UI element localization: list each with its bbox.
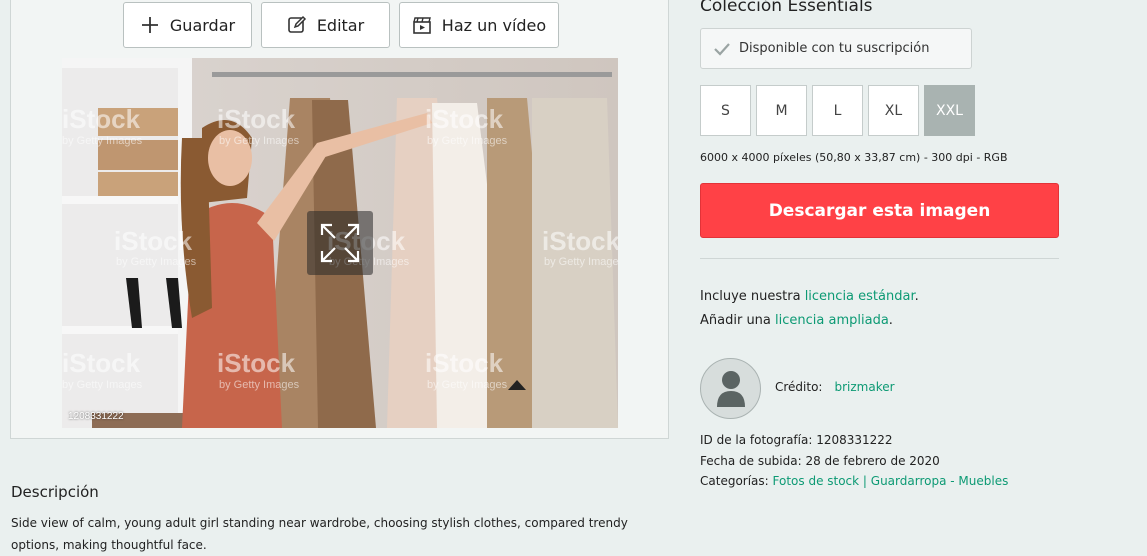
edit-button[interactable]: Editar: [261, 2, 390, 48]
upload-date-line: Fecha de subida: 28 de febrero de 2020: [700, 454, 940, 468]
svg-text:by Getty Images: by Getty Images: [62, 379, 143, 391]
upload-date-value: 28 de febrero de 2020: [805, 454, 940, 468]
save-button-label: Guardar: [169, 15, 236, 35]
svg-text:by Getty Images: by Getty Images: [116, 256, 197, 268]
size-option-xl[interactable]: XL: [868, 85, 919, 136]
check-icon: [714, 42, 730, 56]
license-extended-suffix: .: [888, 313, 893, 328]
svg-text:by Getty Images: by Getty Images: [219, 135, 300, 147]
svg-text:by Getty Images: by Getty Images: [544, 256, 618, 268]
svg-text:by Getty Images: by Getty Images: [427, 135, 508, 147]
svg-text:by Getty Images: by Getty Images: [219, 379, 300, 391]
image-dimensions: 6000 x 4000 píxeles (50,80 x 33,87 cm) -…: [700, 151, 1008, 164]
size-option-l[interactable]: L: [812, 85, 863, 136]
size-option-m[interactable]: M: [756, 85, 807, 136]
extended-license-link[interactable]: licencia ampliada: [775, 313, 889, 328]
photo-id-value: 1208331222: [816, 433, 893, 447]
license-extended-line: Añadir una licencia ampliada.: [700, 313, 893, 328]
svg-text:iStock: iStock: [62, 348, 141, 378]
svg-text:iStock: iStock: [425, 348, 504, 378]
svg-text:iStock: iStock: [217, 348, 296, 378]
edit-button-label: Editar: [316, 15, 365, 35]
plus-icon: [141, 17, 158, 33]
subscription-label: Disponible con tu suscripción: [739, 41, 930, 56]
make-video-button-label: Haz un vídeo: [441, 15, 547, 35]
license-standard-prefix: Incluye nuestra: [700, 289, 805, 304]
collection-title: Colección Essentials: [700, 0, 873, 16]
credit: Crédito: brizmaker: [775, 380, 895, 394]
user-icon: [716, 370, 745, 407]
edit-icon: [288, 15, 306, 33]
svg-text:by Getty Images: by Getty Images: [427, 379, 508, 391]
save-button[interactable]: Guardar: [123, 2, 252, 48]
photo-id-overlay: 1208331222: [68, 411, 124, 422]
standard-license-link[interactable]: licencia estándar: [805, 289, 915, 304]
category-separator: |: [859, 474, 871, 488]
credit-label: Crédito:: [775, 380, 823, 394]
credit-author-link[interactable]: brizmaker: [834, 380, 894, 394]
svg-text:iStock: iStock: [425, 104, 504, 134]
category-link-stock-photos[interactable]: Fotos de stock: [773, 474, 860, 488]
divider: [700, 258, 1059, 259]
categories-label: Categorías:: [700, 474, 773, 488]
license-standard-suffix: .: [914, 289, 919, 304]
svg-text:by Getty Images: by Getty Images: [62, 135, 143, 147]
description-text: Side view of calm, young adult girl stan…: [11, 516, 628, 552]
avatar[interactable]: [700, 358, 761, 419]
license-standard-line: Incluye nuestra licencia estándar.: [700, 289, 919, 304]
upload-date-label: Fecha de subida:: [700, 454, 806, 468]
license-extended-prefix: Añadir una: [700, 313, 776, 328]
category-link-wardrobe[interactable]: Guardarropa - Muebles: [871, 474, 1009, 488]
subscription-badge: Disponible con tu suscripción: [700, 28, 972, 69]
expand-image-button[interactable]: [307, 211, 373, 275]
photo-id-label: ID de la fotografía:: [700, 433, 817, 447]
download-image-button[interactable]: Descargar esta imagen: [700, 183, 1059, 238]
photo-id-line: ID de la fotografía: 1208331222: [700, 433, 893, 447]
categories-line: Categorías: Fotos de stock | Guardarropa…: [700, 474, 1008, 488]
make-video-button[interactable]: Haz un vídeo: [399, 2, 559, 48]
svg-text:iStock: iStock: [542, 226, 618, 256]
svg-text:iStock: iStock: [114, 226, 193, 256]
description-title: Descripción: [11, 483, 99, 501]
svg-text:iStock: iStock: [62, 104, 141, 134]
stock-photo[interactable]: iStock iStock iStock iStock iStock iStoc…: [62, 58, 618, 428]
expand-icon: [320, 223, 360, 263]
size-option-s[interactable]: S: [700, 85, 751, 136]
clapperboard-icon: [412, 17, 431, 34]
size-option-xxl[interactable]: XXL: [924, 85, 975, 136]
svg-text:iStock: iStock: [217, 104, 296, 134]
